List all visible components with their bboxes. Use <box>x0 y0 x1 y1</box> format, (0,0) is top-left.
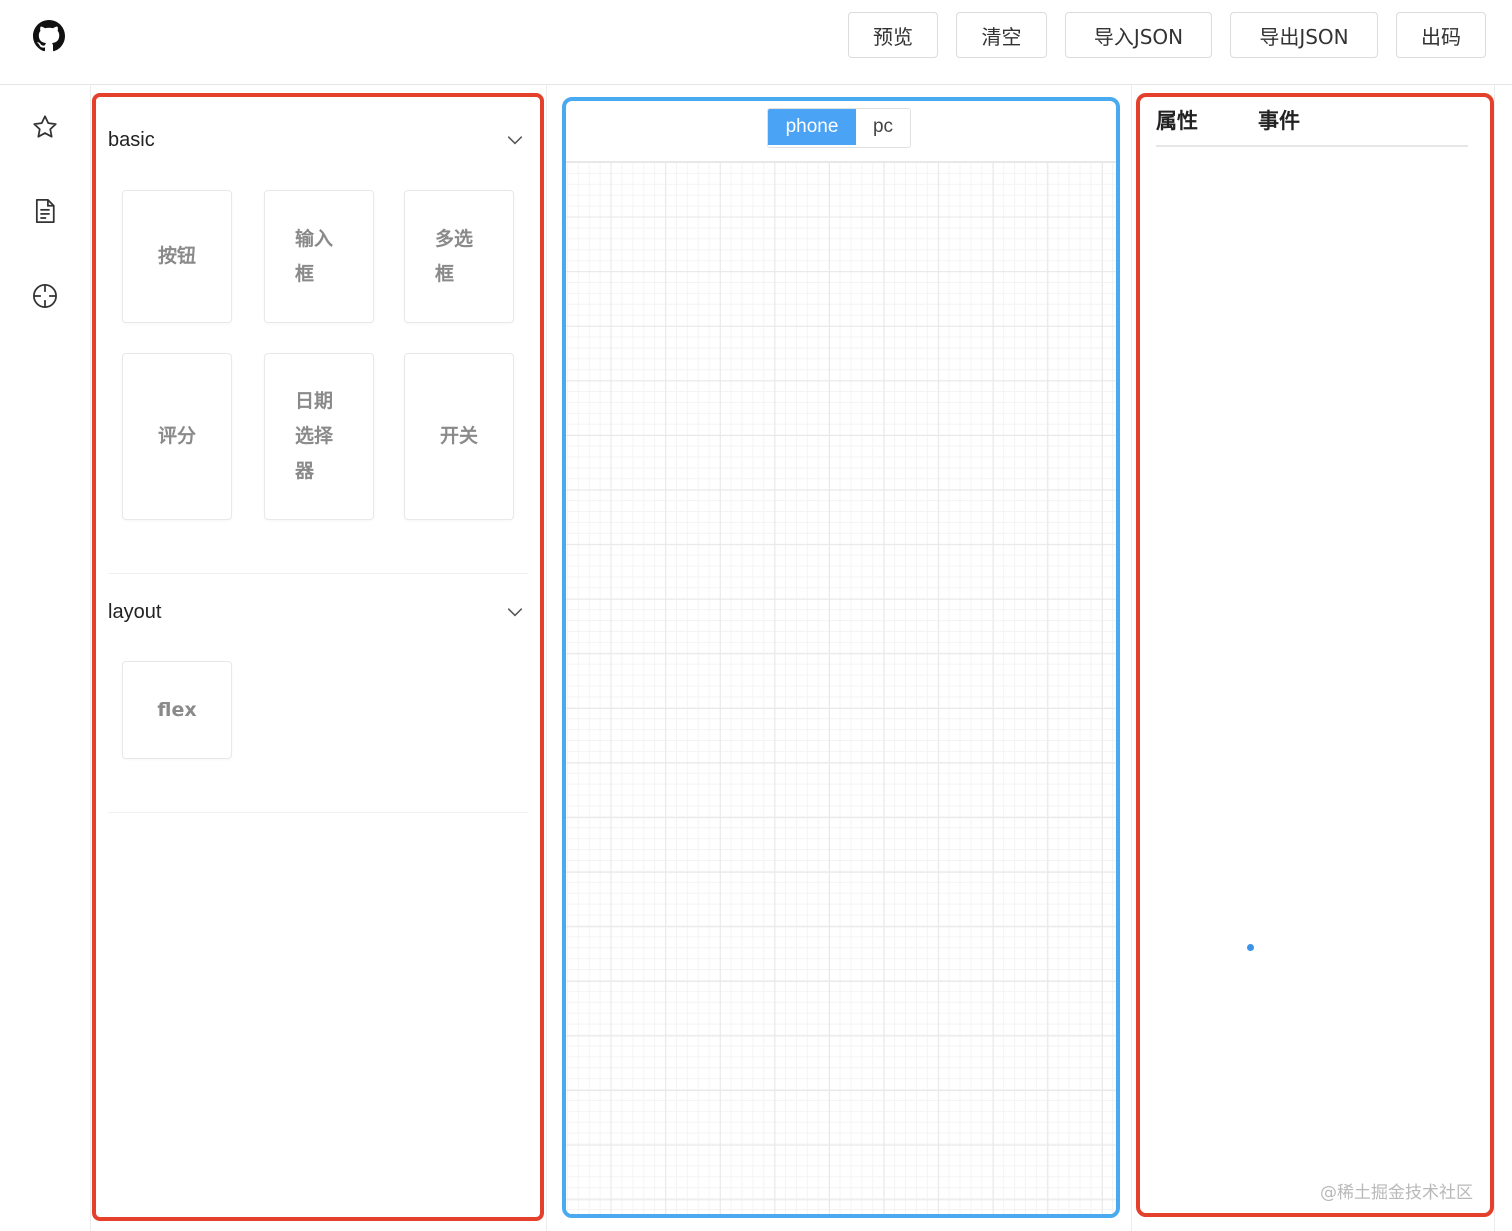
export-json-button[interactable]: 导出JSON <box>1230 12 1378 58</box>
component-palette: basic 按钮 输入框 多选框 评分 日期选择器 开关 layout flex <box>92 93 544 1221</box>
group-title: basic <box>108 128 155 151</box>
tabs-underline <box>1156 145 1468 147</box>
component-flex[interactable]: flex <box>122 661 232 759</box>
code-button[interactable]: 出码 <box>1396 12 1486 58</box>
device-switch: phone pc <box>767 108 911 148</box>
device-phone-button[interactable]: phone <box>768 109 856 145</box>
tab-events[interactable]: 事件 <box>1258 105 1300 135</box>
component-checkbox[interactable]: 多选框 <box>404 190 514 323</box>
component-rate[interactable]: 评分 <box>122 353 232 520</box>
side-nav <box>0 85 91 1231</box>
star-icon[interactable] <box>31 113 59 141</box>
device-pc-button[interactable]: pc <box>856 109 910 145</box>
loading-indicator <box>1247 944 1254 951</box>
preview-button[interactable]: 预览 <box>848 12 938 58</box>
right-edge-panel <box>1494 85 1512 1231</box>
group-header-basic[interactable]: basic <box>108 120 524 160</box>
properties-panel: 属性 事件 <box>1136 93 1494 1217</box>
import-json-button[interactable]: 导入JSON <box>1065 12 1212 58</box>
group-divider <box>108 573 528 574</box>
clear-button[interactable]: 清空 <box>956 12 1047 58</box>
canvas-grid[interactable] <box>566 161 1116 1214</box>
github-icon[interactable] <box>33 20 65 52</box>
group-title: layout <box>108 600 162 623</box>
top-toolbar: 预览 清空 导入JSON 导出JSON 出码 <box>0 0 1512 85</box>
component-date-picker[interactable]: 日期选择器 <box>264 353 374 520</box>
chevron-down-icon <box>507 608 523 617</box>
tab-properties[interactable]: 属性 <box>1156 105 1198 135</box>
crosshair-icon[interactable] <box>31 282 59 310</box>
component-button[interactable]: 按钮 <box>122 190 232 323</box>
watermark: @稀土掘金技术社区 <box>1320 1183 1473 1203</box>
chevron-down-icon <box>507 136 523 145</box>
design-canvas[interactable]: phone pc <box>562 97 1120 1218</box>
component-input[interactable]: 输入框 <box>264 190 374 323</box>
component-switch[interactable]: 开关 <box>404 353 514 520</box>
group-divider <box>108 812 528 813</box>
document-icon[interactable] <box>31 197 59 225</box>
group-header-layout[interactable]: layout <box>108 592 524 632</box>
